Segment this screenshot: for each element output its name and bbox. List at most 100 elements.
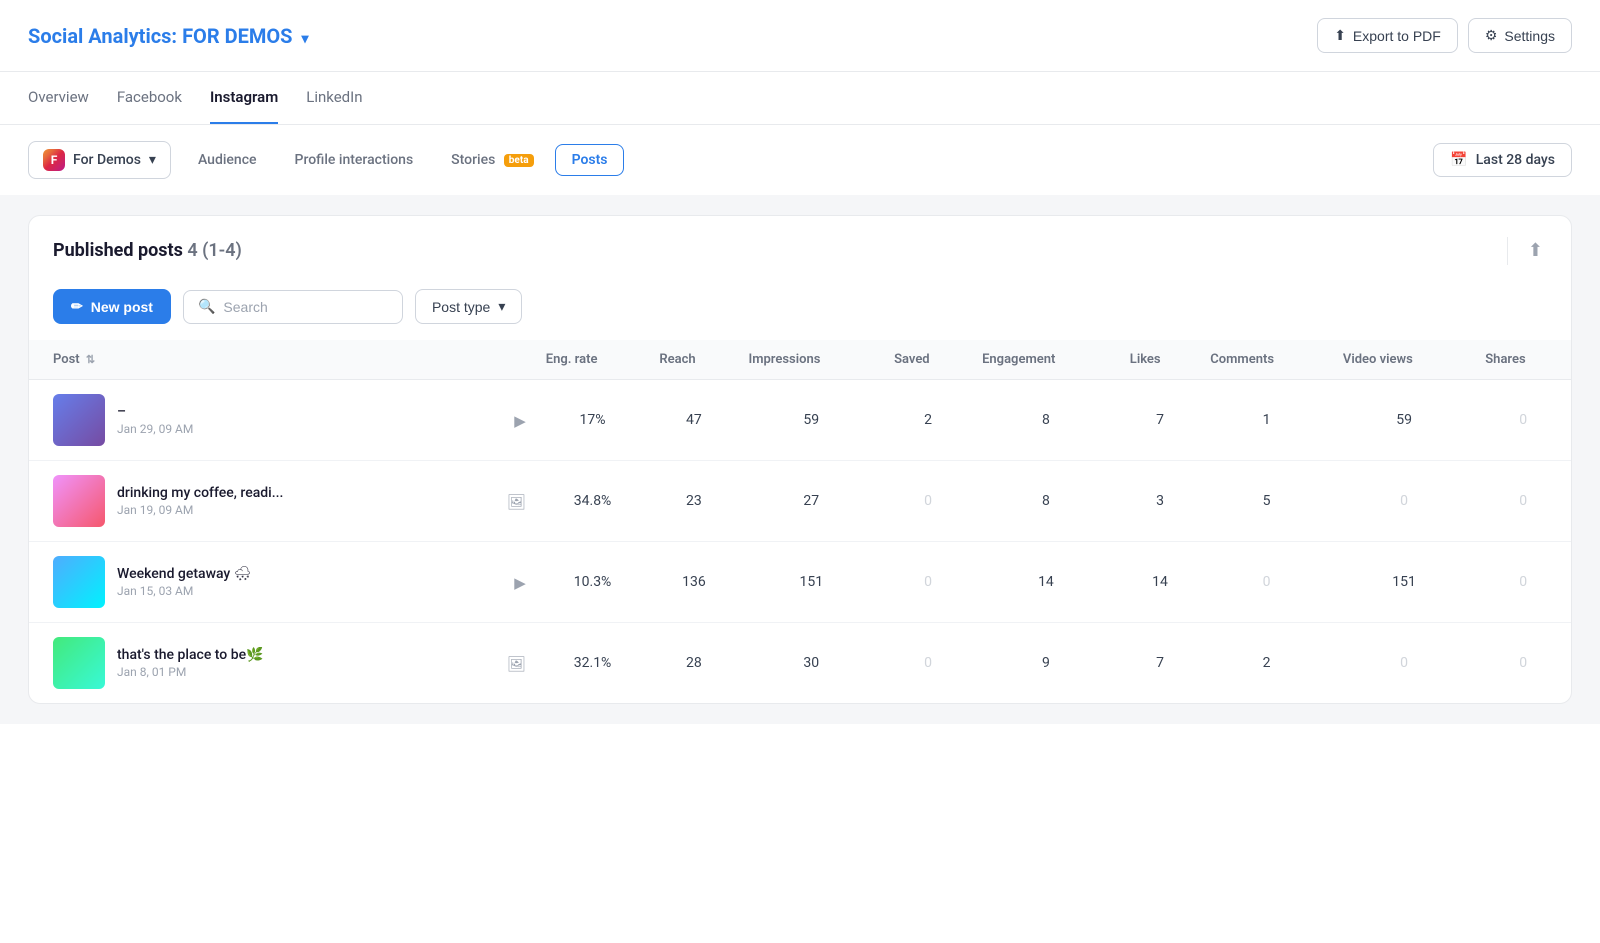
- nav-tabs: Overview Facebook Instagram LinkedIn: [0, 72, 1600, 125]
- col-post: Post ⇅: [29, 340, 536, 380]
- cell-impressions: 59: [738, 380, 884, 461]
- tab-instagram[interactable]: Instagram: [210, 72, 278, 124]
- col-likes: Likes: [1120, 340, 1200, 380]
- cell-likes: 7: [1120, 380, 1200, 461]
- export-icon: ⬆: [1334, 27, 1346, 44]
- image-icon: 🖼: [507, 655, 526, 673]
- subtab-profile-interactions[interactable]: Profile interactions: [278, 144, 431, 176]
- col-shares: Shares: [1475, 340, 1571, 380]
- video-icon: ▶: [514, 412, 526, 430]
- cell-saved: 0: [884, 542, 972, 623]
- col-saved: Saved: [884, 340, 972, 380]
- post-date: Jan 8, 01 PM: [117, 665, 491, 679]
- post-count: 4 (1-4): [187, 240, 242, 261]
- cell-reach: 47: [649, 380, 738, 461]
- post-controls: ✏ New post 🔍 Post type ▾: [29, 281, 1571, 340]
- cell-saved: 0: [884, 623, 972, 704]
- post-thumbnail: [53, 556, 105, 608]
- post-title: Weekend getaway 🌨: [117, 566, 347, 582]
- search-input[interactable]: [223, 299, 388, 315]
- search-icon: 🔍: [198, 299, 215, 315]
- post-date: Jan 19, 09 AM: [117, 503, 491, 517]
- post-type-icon: 🖼: [507, 654, 526, 673]
- cell-shares: 0: [1475, 542, 1571, 623]
- cell-impressions: 30: [738, 623, 884, 704]
- beta-badge: beta: [504, 154, 534, 167]
- col-reach: Reach: [649, 340, 738, 380]
- card-header: Published posts 4 (1-4) ⬆: [29, 216, 1571, 281]
- divider: [1507, 237, 1508, 265]
- post-cell: that's the place to be🌿 Jan 8, 01 PM 🖼: [29, 623, 536, 704]
- toolbar: F For Demos ▾ Audience Profile interacti…: [0, 125, 1600, 195]
- account-name: For Demos: [73, 152, 141, 168]
- post-thumbnail: [53, 475, 105, 527]
- table-row[interactable]: drinking my coffee, readi... Jan 19, 09 …: [29, 461, 1571, 542]
- post-cell: Weekend getaway 🌨 Jan 15, 03 AM ▶: [29, 542, 536, 623]
- settings-button[interactable]: ⚙ Settings: [1468, 18, 1572, 53]
- tab-linkedin[interactable]: LinkedIn: [306, 72, 362, 124]
- cell-comments: 2: [1200, 623, 1333, 704]
- cell-reach: 136: [649, 542, 738, 623]
- export-pdf-button[interactable]: ⬆ Export to PDF: [1317, 18, 1458, 53]
- card-title: Published posts 4 (1-4): [53, 240, 242, 261]
- subtab-posts[interactable]: Posts: [555, 144, 625, 176]
- toolbar-left: F For Demos ▾ Audience Profile interacti…: [28, 141, 624, 179]
- gear-icon: ⚙: [1485, 27, 1498, 44]
- workspace-chevron-icon[interactable]: ▾: [301, 31, 308, 47]
- app-title-static: Social Analytics:: [28, 24, 177, 48]
- post-type-icon: ▶: [514, 573, 526, 592]
- table-header-row: Post ⇅ Eng. rate Reach Impressions Saved…: [29, 340, 1571, 380]
- account-chevron-icon: ▾: [149, 152, 156, 168]
- cell-likes: 7: [1120, 623, 1200, 704]
- cell-shares: 0: [1475, 623, 1571, 704]
- cell-video-views: 151: [1333, 542, 1475, 623]
- tab-facebook[interactable]: Facebook: [117, 72, 182, 124]
- cell-likes: 3: [1120, 461, 1200, 542]
- col-eng-rate: Eng. rate: [536, 340, 650, 380]
- cell-engagement: 14: [972, 542, 1120, 623]
- cell-comments: 0: [1200, 542, 1333, 623]
- table-row[interactable]: – Jan 29, 09 AM ▶ 17%47592871590: [29, 380, 1571, 461]
- cell-video-views: 0: [1333, 461, 1475, 542]
- subtab-audience[interactable]: Audience: [181, 144, 274, 176]
- table-row[interactable]: Weekend getaway 🌨 Jan 15, 03 AM ▶ 10.3%1…: [29, 542, 1571, 623]
- card-export-button[interactable]: ⬆: [1524, 236, 1547, 265]
- new-post-button[interactable]: ✏ New post: [53, 289, 171, 324]
- date-range-button[interactable]: 📅 Last 28 days: [1433, 143, 1572, 177]
- subtab-stories[interactable]: Stories beta: [434, 144, 550, 176]
- tab-overview[interactable]: Overview: [28, 72, 89, 124]
- post-type-icon: 🖼: [507, 492, 526, 511]
- video-icon: ▶: [514, 574, 526, 592]
- cell-video-views: 0: [1333, 623, 1475, 704]
- post-info: drinking my coffee, readi... Jan 19, 09 …: [117, 485, 491, 517]
- header-actions: ⬆ Export to PDF ⚙ Settings: [1317, 18, 1572, 53]
- cell-likes: 14: [1120, 542, 1200, 623]
- post-type-button[interactable]: Post type ▾: [415, 289, 522, 324]
- image-icon: 🖼: [507, 493, 526, 511]
- cell-impressions: 151: [738, 542, 884, 623]
- content: Published posts 4 (1-4) ⬆ ✏ New post 🔍: [0, 195, 1600, 724]
- col-engagement: Engagement: [972, 340, 1120, 380]
- cell-comments: 1: [1200, 380, 1333, 461]
- cell-eng-rate: 32.1%: [536, 623, 650, 704]
- cell-engagement: 9: [972, 623, 1120, 704]
- account-selector[interactable]: F For Demos ▾: [28, 141, 171, 179]
- post-info: Weekend getaway 🌨 Jan 15, 03 AM: [117, 566, 498, 598]
- post-cell: – Jan 29, 09 AM ▶: [29, 380, 536, 461]
- post-type-icon: ▶: [514, 411, 526, 430]
- post-cell: drinking my coffee, readi... Jan 19, 09 …: [29, 461, 536, 542]
- post-info: that's the place to be🌿 Jan 8, 01 PM: [117, 647, 491, 679]
- post-title: –: [117, 404, 347, 420]
- cell-engagement: 8: [972, 380, 1120, 461]
- post-info: – Jan 29, 09 AM: [117, 404, 498, 436]
- cell-saved: 0: [884, 461, 972, 542]
- cell-eng-rate: 17%: [536, 380, 650, 461]
- cell-shares: 0: [1475, 461, 1571, 542]
- cell-saved: 2: [884, 380, 972, 461]
- table-row[interactable]: that's the place to be🌿 Jan 8, 01 PM 🖼 3…: [29, 623, 1571, 704]
- post-date: Jan 29, 09 AM: [117, 422, 498, 436]
- workspace-name: FOR DEMOS: [182, 24, 292, 48]
- cell-engagement: 8: [972, 461, 1120, 542]
- posts-card: Published posts 4 (1-4) ⬆ ✏ New post 🔍: [28, 215, 1572, 704]
- sort-icon[interactable]: ⇅: [86, 353, 95, 366]
